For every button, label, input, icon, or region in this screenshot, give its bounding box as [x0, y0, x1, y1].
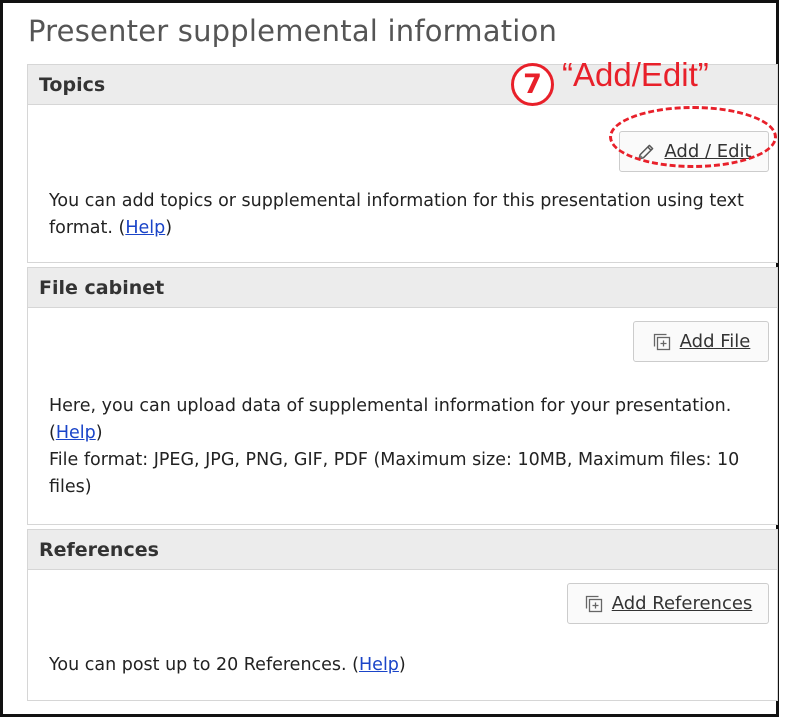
add-references-button[interactable]: Add References: [567, 583, 769, 624]
annotation-label: “Add/Edit”: [562, 56, 709, 93]
topics-description: You can add topics or supplemental infor…: [49, 188, 747, 242]
topics-help-link[interactable]: Help: [125, 218, 165, 238]
add-file-icon: [584, 594, 604, 614]
file-cabinet-panel: File cabinet Add File Here, you can uplo…: [27, 267, 778, 525]
topics-desc-close: ): [165, 218, 173, 238]
references-description: You can post up to 20 References. (Help): [49, 652, 747, 679]
add-references-label: Add References: [611, 593, 753, 614]
references-desc-close: ): [398, 655, 406, 675]
pencil-icon: [636, 142, 656, 162]
file-format-text: File format: JPEG, JPG, PNG, GIF, PDF (M…: [49, 450, 740, 497]
file-cabinet-desc-text: Here, you can upload data of supplementa…: [49, 396, 732, 443]
annotation-number-badge: 7: [511, 63, 554, 106]
file-cabinet-description: Here, you can upload data of supplementa…: [49, 393, 747, 501]
file-cabinet-desc-close: ): [95, 423, 103, 443]
add-file-icon: [652, 332, 672, 352]
references-panel: References Add References You can post u…: [27, 529, 778, 701]
file-cabinet-desc-line: Here, you can upload data of supplementa…: [49, 393, 747, 447]
add-edit-label: Add / Edit: [664, 141, 752, 162]
file-cabinet-heading: File cabinet: [28, 268, 777, 308]
add-edit-button[interactable]: Add / Edit: [619, 131, 769, 172]
file-cabinet-help-link[interactable]: Help: [56, 423, 96, 443]
add-file-button[interactable]: Add File: [633, 321, 769, 362]
references-help-link[interactable]: Help: [359, 655, 399, 675]
references-desc-text: You can post up to 20 References. (: [49, 655, 360, 675]
add-file-label: Add File: [679, 331, 751, 352]
references-heading: References: [28, 530, 777, 570]
page-title: Presenter supplemental information: [28, 14, 558, 48]
